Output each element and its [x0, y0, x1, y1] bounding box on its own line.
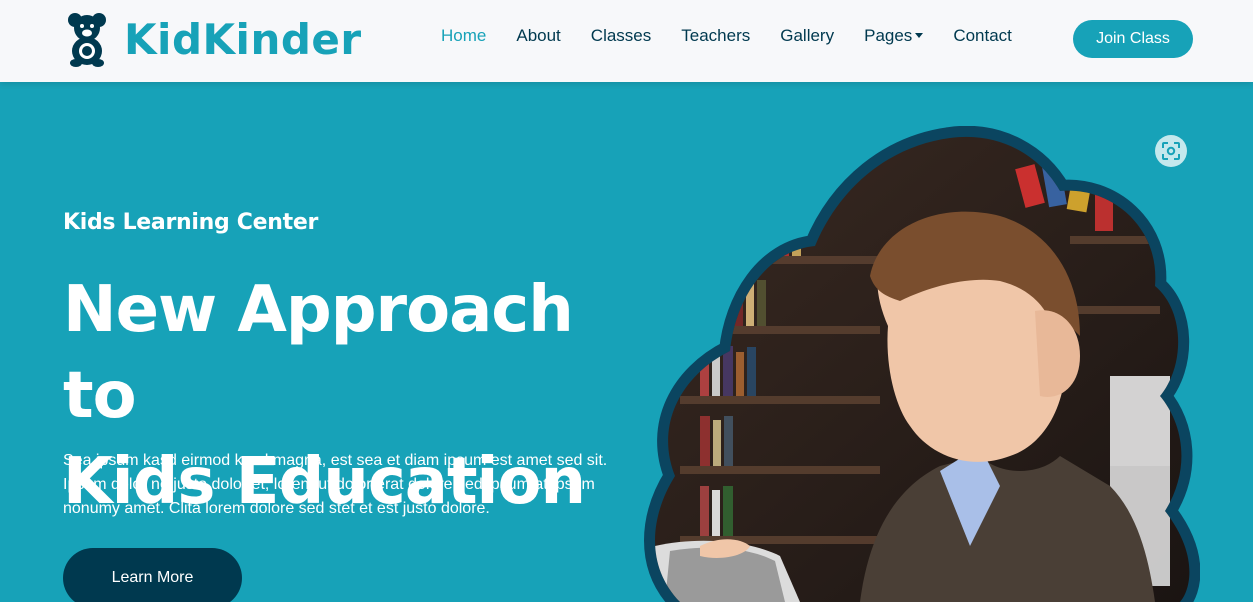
hero-subtitle: Kids Learning Center: [63, 210, 319, 235]
visual-search-button[interactable]: [1155, 135, 1187, 167]
teddy-bear-icon: [68, 13, 106, 67]
top-navbar: KidKinder Home About Classes Teachers Ga…: [0, 0, 1253, 82]
hero-description: Sea ipsum kasd eirmod kasd magna, est se…: [63, 452, 608, 517]
main-nav: Home About Classes Teachers Gallery Page…: [426, 26, 1027, 46]
hero-photo-illustration: [644, 125, 1201, 602]
nav-pages-label: Pages: [864, 26, 913, 45]
hero-image: [640, 125, 1201, 602]
hero-headline-line1: New Approach to: [63, 273, 574, 433]
join-class-button[interactable]: Join Class: [1073, 20, 1193, 58]
hero-section: Kids Learning Center New Approach to Kid…: [0, 82, 1253, 602]
nav-teachers[interactable]: Teachers: [681, 26, 750, 46]
nav-about[interactable]: About: [516, 26, 560, 46]
visual-search-icon: [1162, 142, 1180, 160]
nav-pages-dropdown[interactable]: Pages: [864, 26, 924, 46]
brand-name: KidKinder: [124, 14, 362, 64]
learn-more-button[interactable]: Learn More: [63, 548, 242, 602]
nav-classes[interactable]: Classes: [591, 26, 651, 46]
nav-home[interactable]: Home: [441, 26, 486, 46]
brand-logo[interactable]: KidKinder: [66, 9, 362, 69]
nav-contact[interactable]: Contact: [953, 26, 1012, 46]
nav-gallery[interactable]: Gallery: [780, 26, 834, 46]
caret-down-icon: [915, 33, 924, 38]
